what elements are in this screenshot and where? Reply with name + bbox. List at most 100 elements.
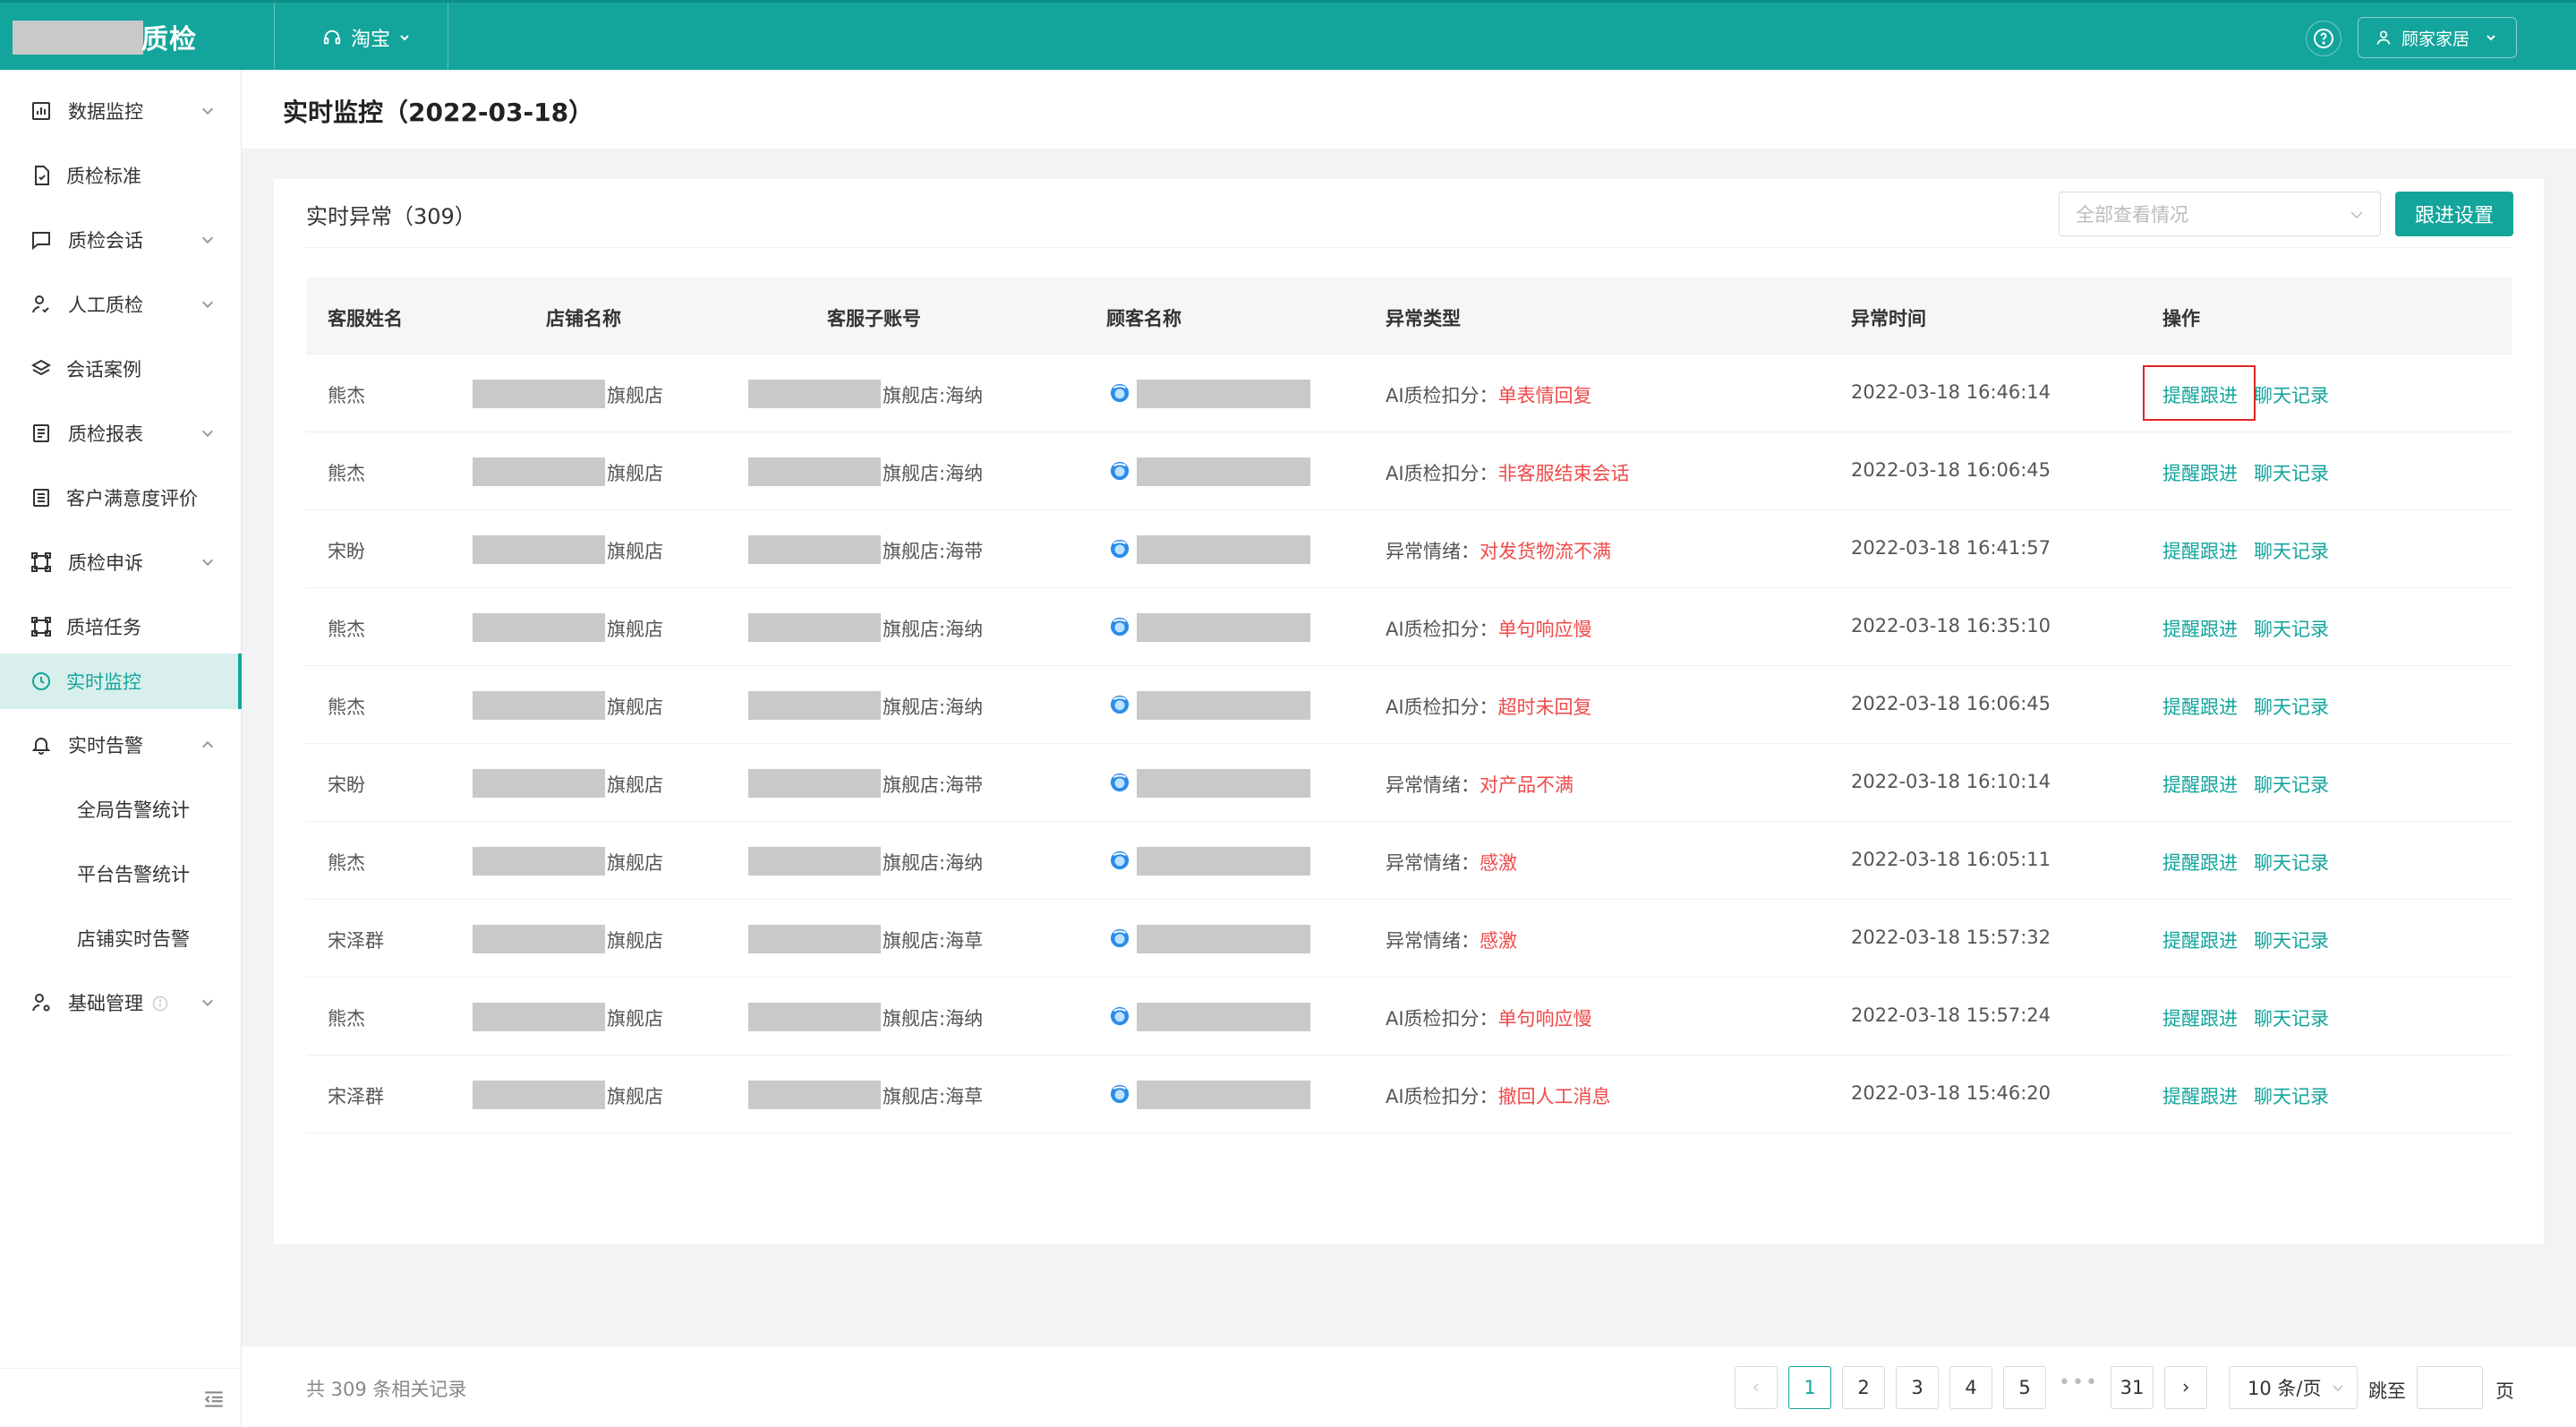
remind-follow-link[interactable]: 提醒跟进 xyxy=(2162,849,2238,876)
remind-follow-link[interactable]: 提醒跟进 xyxy=(2162,1004,2238,1031)
chevron-down-icon xyxy=(201,430,214,438)
remind-follow-link[interactable]: 提醒跟进 xyxy=(2162,459,2238,486)
sidebar-item-qc-session[interactable]: 质检会话 xyxy=(0,208,242,272)
taobao-avatar-icon xyxy=(1110,461,1130,481)
account-redacted xyxy=(748,925,881,953)
chat-record-link[interactable]: 聊天记录 xyxy=(2254,1082,2329,1109)
page-button[interactable]: 1 xyxy=(1788,1366,1831,1409)
anomaly-time: 2022-03-18 16:06:45 xyxy=(1851,693,2051,714)
chevron-down-icon xyxy=(2486,35,2495,41)
chat-record-link[interactable]: 聊天记录 xyxy=(2254,459,2329,486)
pagination-ellipsis[interactable]: ••• xyxy=(2059,1371,2099,1394)
sidebar-item-global-alert-stats[interactable]: 全局告警统计 xyxy=(0,777,242,842)
app-title: 质检 xyxy=(141,24,197,56)
account-redacted xyxy=(748,457,881,486)
anomaly-type: AI质检扣分：单句响应慢 xyxy=(1386,1004,1592,1031)
anomaly-time: 2022-03-18 16:41:57 xyxy=(1851,537,2051,559)
agent-name: 熊杰 xyxy=(328,696,365,718)
sidebar-item-platform-alert-stats[interactable]: 平台告警统计 xyxy=(0,842,242,906)
shop-name-redacted xyxy=(473,613,605,642)
table-row: 熊杰 旗舰店 旗舰店:海纳 AI质检扣分：非客服结束会话 2022-03-18 16:0… xyxy=(306,432,2512,510)
page-size-select[interactable]: 10 条/页 xyxy=(2229,1366,2358,1409)
sidebar-item-qc-appeal[interactable]: 质检申诉 xyxy=(0,530,242,594)
chevron-down-icon xyxy=(201,301,214,309)
chevron-down-icon xyxy=(2350,211,2363,219)
account-suffix: 旗舰店:海纳 xyxy=(883,385,984,406)
remind-follow-link[interactable]: 提醒跟进 xyxy=(2143,365,2256,421)
shop-name-suffix: 旗舰店 xyxy=(607,774,663,796)
sidebar-item-label: 平台告警统计 xyxy=(77,864,190,885)
table-row: 熊杰 旗舰店 旗舰店:海纳 AI质检扣分：单句响应慢 2022-03-18 15:57:… xyxy=(306,978,2512,1055)
collapse-menu-icon[interactable] xyxy=(202,1388,226,1411)
anomaly-category: AI质检扣分： xyxy=(1386,463,1498,484)
taobao-avatar-icon xyxy=(1110,617,1130,637)
anomaly-detail: 感激 xyxy=(1480,930,1517,952)
sidebar-item-base-management[interactable]: 基础管理 xyxy=(0,970,242,1035)
remind-follow-link[interactable]: 提醒跟进 xyxy=(2162,615,2238,642)
table-row: 熊杰 旗舰店 旗舰店:海纳 AI质检扣分：超时未回复 2022-03-18 16:06:… xyxy=(306,666,2512,744)
view-status-select[interactable]: 全部查看情况 xyxy=(2059,192,2381,236)
column-header: 异常时间 xyxy=(1851,308,1926,329)
page-button[interactable]: 3 xyxy=(1896,1366,1939,1409)
shop-name-redacted xyxy=(473,1003,605,1031)
remind-follow-link[interactable]: 提醒跟进 xyxy=(2162,1082,2238,1109)
sidebar-item-session-cases[interactable]: 会话案例 xyxy=(0,337,242,401)
sidebar-item-data-monitor[interactable]: 数据监控 xyxy=(0,79,242,143)
chat-record-link[interactable]: 聊天记录 xyxy=(2254,849,2329,876)
page-button[interactable]: 2 xyxy=(1842,1366,1885,1409)
remind-follow-link[interactable]: 提醒跟进 xyxy=(2162,693,2238,720)
sidebar-item-satisfaction[interactable]: 客户满意度评价 xyxy=(0,466,242,530)
jump-page-input[interactable] xyxy=(2417,1366,2483,1409)
info-icon xyxy=(152,995,168,1012)
taobao-avatar-icon xyxy=(1110,695,1130,714)
page-button[interactable]: 4 xyxy=(1949,1366,1992,1409)
form-icon xyxy=(33,489,49,507)
customer-name-redacted xyxy=(1137,691,1310,720)
column-header: 异常类型 xyxy=(1386,308,1461,329)
prev-page-button[interactable] xyxy=(1735,1366,1778,1409)
chat-record-link[interactable]: 聊天记录 xyxy=(2254,1004,2329,1031)
sidebar-item-label: 会话案例 xyxy=(66,359,141,380)
chat-record-link[interactable]: 聊天记录 xyxy=(2254,693,2329,720)
platform-switcher[interactable]: 淘宝 xyxy=(322,22,410,53)
anomaly-type: AI质检扣分：单表情回复 xyxy=(1386,381,1592,408)
chat-record-link[interactable]: 聊天记录 xyxy=(2254,771,2329,798)
shop-name-suffix: 旗舰店 xyxy=(607,541,663,562)
table-header: 客服姓名 店铺名称 客服子账号 顾客名称 异常类型 异常时间 操作 xyxy=(306,278,2512,355)
page-button[interactable]: 31 xyxy=(2111,1366,2154,1409)
chat-record-link[interactable]: 聊天记录 xyxy=(2254,381,2329,408)
account-redacted xyxy=(748,613,881,642)
user-menu[interactable]: 顾家家居 xyxy=(2358,17,2517,58)
help-icon[interactable] xyxy=(2306,21,2341,56)
sidebar-item-qc-standard[interactable]: 质检标准 xyxy=(0,143,242,208)
follow-settings-button[interactable]: 跟进设置 xyxy=(2395,192,2513,236)
chevron-right-icon xyxy=(2183,1383,2189,1392)
remind-follow-link[interactable]: 提醒跟进 xyxy=(2162,771,2238,798)
chat-record-link[interactable]: 聊天记录 xyxy=(2254,537,2329,564)
sidebar-item-shop-realtime-alert[interactable]: 店铺实时告警 xyxy=(0,906,242,970)
page-button[interactable]: 5 xyxy=(2003,1366,2046,1409)
customer-name-redacted xyxy=(1137,1003,1310,1031)
remind-follow-link[interactable]: 提醒跟进 xyxy=(2162,537,2238,564)
shop-name-suffix: 旗舰店 xyxy=(607,930,663,952)
next-page-button[interactable] xyxy=(2164,1366,2207,1409)
account-suffix: 旗舰店:海纳 xyxy=(883,619,984,640)
select-placeholder: 全部查看情况 xyxy=(2076,204,2188,226)
shop-name-suffix: 旗舰店 xyxy=(607,1086,663,1107)
anomaly-time: 2022-03-18 15:46:20 xyxy=(1851,1082,2051,1104)
anomaly-time: 2022-03-18 16:05:11 xyxy=(1851,849,2051,870)
remind-follow-link[interactable]: 提醒跟进 xyxy=(2162,927,2238,953)
shop-name-redacted xyxy=(473,1081,605,1109)
page-title: 实时监控（2022-03-18） xyxy=(283,98,594,127)
sidebar-item-qc-report[interactable]: 质检报表 xyxy=(0,401,242,466)
sidebar-item-realtime-alert[interactable]: 实时告警 xyxy=(0,713,242,777)
chevron-up-icon xyxy=(201,740,214,748)
anomaly-detail: 单表情回复 xyxy=(1497,385,1592,406)
sidebar-item-manual-qc[interactable]: 人工质检 xyxy=(0,272,242,337)
sidebar-item-realtime-monitor[interactable]: 实时监控 xyxy=(0,654,242,709)
total-count: 共 309 条相关记录 xyxy=(306,1379,467,1400)
chat-record-link[interactable]: 聊天记录 xyxy=(2254,615,2329,642)
sidebar-item-training-task[interactable]: 质培任务 xyxy=(0,594,242,659)
anomaly-type: 异常情绪：对发货物流不满 xyxy=(1386,537,1611,564)
chat-record-link[interactable]: 聊天记录 xyxy=(2254,927,2329,953)
